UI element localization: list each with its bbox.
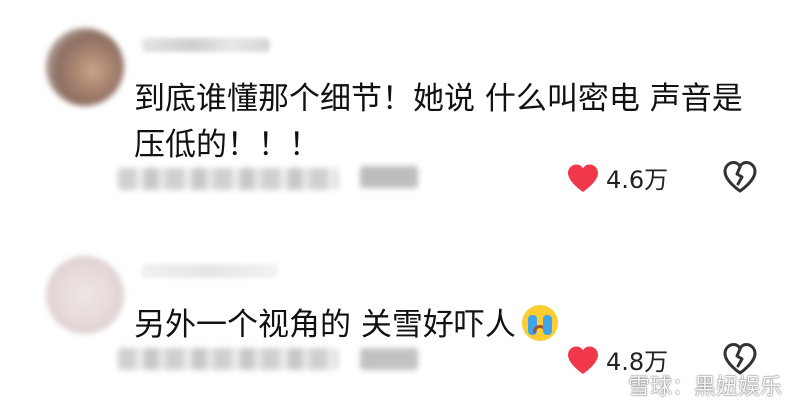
heart-icon [566, 163, 600, 193]
comment-meta-blurred [118, 168, 338, 190]
comment-text: 到底谁懂那个细节！她说 什么叫密电 声音是压低的！！！ [134, 81, 743, 163]
username-blurred[interactable] [142, 264, 278, 278]
avatar[interactable] [46, 256, 124, 334]
username-blurred[interactable] [142, 38, 270, 52]
reply-button-blurred[interactable] [360, 166, 418, 188]
broken-heart-icon[interactable] [722, 160, 758, 198]
loudly-crying-face-icon [521, 305, 558, 341]
comment-meta-blurred [118, 348, 338, 370]
comment-list: 到底谁懂那个细节！她说 什么叫密电 声音是压低的！！！ 4.6万 另外一个视角的… [0, 0, 800, 409]
snowball-logo-icon [596, 372, 622, 398]
reply-button-blurred[interactable] [360, 348, 418, 370]
watermark-text: 雪球：黑妞娱乐 [627, 375, 782, 400]
comment-text-body: 另外一个视角的 关雪好吓人 [134, 307, 516, 343]
heart-icon [566, 345, 600, 375]
like-button[interactable]: 4.6万 [566, 160, 668, 195]
comment-item: 到底谁懂那个细节！她说 什么叫密电 声音是压低的！！！ 4.6万 [0, 0, 800, 232]
avatar[interactable] [46, 28, 124, 106]
watermark: 雪球：黑妞娱乐 [596, 369, 782, 401]
comment-text: 另外一个视角的 关雪好吓人 [134, 302, 774, 348]
like-count: 4.6万 [606, 166, 669, 194]
